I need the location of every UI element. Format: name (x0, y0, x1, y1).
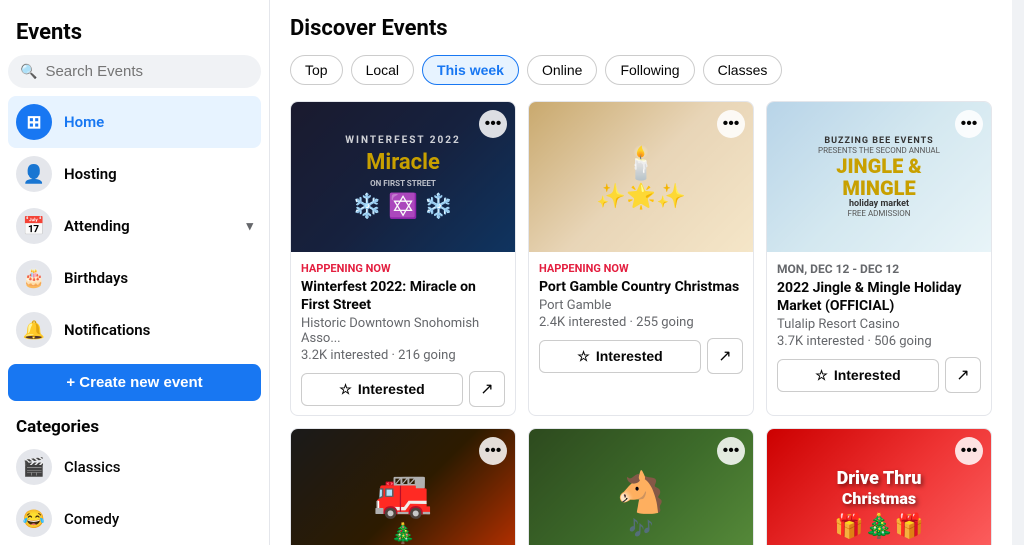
interested-button-jingle[interactable]: ☆ Interested (777, 359, 939, 392)
event-card-portgamble: 🕯️ ✨🌟✨ ••• HAPPENING NOW Port Gamble Cou… (528, 101, 754, 416)
event-image-santa: 🚒 🎄 ••• (291, 429, 515, 545)
event-stats-winterfest: 3.2K interested · 216 going (301, 348, 505, 363)
event-title-portgamble: Port Gamble Country Christmas (539, 278, 743, 296)
event-stats-jingle: 3.7K interested · 506 going (777, 334, 981, 349)
nav-label-birthdays: Birthdays (64, 269, 128, 287)
categories-label: Categories (8, 409, 261, 441)
sidebar-title: Events (8, 12, 261, 55)
event-actions-winterfest: ☆ Interested ↗ (301, 371, 505, 407)
category-comedy[interactable]: 😂 Comedy (8, 493, 261, 545)
event-date-jingle: MON, DEC 12 - DEC 12 (777, 262, 981, 276)
share-icon-portgamble: ↗ (718, 346, 731, 366)
event-location-winterfest: Historic Downtown Snohomish Asso... (301, 316, 505, 346)
event-card-winterfest: WINTERFEST 2022 Miracle ON FIRST STREET … (290, 101, 516, 416)
category-label-comedy: Comedy (64, 510, 119, 528)
filter-this-week[interactable]: This week (422, 55, 519, 85)
event-image-drivethru: Drive Thru Christmas 🎁🎄🎁 ••• (767, 429, 991, 545)
category-classics[interactable]: 🎬 Classics (8, 441, 261, 493)
share-icon-winterfest: ↗ (480, 379, 493, 399)
birthdays-icon: 🎂 (16, 260, 52, 296)
filter-tabs: Top Local This week Online Following Cla… (290, 55, 992, 85)
page-title: Discover Events (290, 16, 992, 41)
share-button-winterfest[interactable]: ↗ (469, 371, 505, 407)
event-actions-portgamble: ☆ Interested ↗ (539, 338, 743, 374)
main-content: Discover Events Top Local This week Onli… (270, 0, 1012, 545)
search-input[interactable] (45, 63, 249, 80)
star-icon-portgamble: ☆ (577, 348, 590, 365)
sidebar-item-attending[interactable]: 📅 Attending ▾ (8, 200, 261, 252)
filter-local[interactable]: Local (351, 55, 414, 85)
event-location-jingle: Tulalip Resort Casino (777, 317, 981, 332)
share-button-portgamble[interactable]: ↗ (707, 338, 743, 374)
search-box[interactable]: 🔍 (8, 55, 261, 88)
event-card-caroling: 🐴 🎶 ••• MON, DEC 12 AT 2 AM UTC+07 Annua… (528, 428, 754, 545)
event-image-portgamble: 🕯️ ✨🌟✨ ••• (529, 102, 753, 252)
sidebar-item-hosting[interactable]: 👤 Hosting (8, 148, 261, 200)
happening-now-winterfest: HAPPENING NOW (301, 262, 505, 275)
event-stats-portgamble: 2.4K interested · 255 going (539, 315, 743, 330)
nav-label-hosting: Hosting (64, 165, 117, 183)
filter-classes[interactable]: Classes (703, 55, 783, 85)
share-icon-jingle: ↗ (956, 365, 969, 385)
event-body-portgamble: HAPPENING NOW Port Gamble Country Christ… (529, 252, 753, 382)
create-event-button[interactable]: + Create new event (8, 364, 261, 401)
interested-button-winterfest[interactable]: ☆ Interested (301, 373, 463, 406)
event-more-button-portgamble[interactable]: ••• (717, 110, 745, 138)
event-body-winterfest: HAPPENING NOW Winterfest 2022: Miracle o… (291, 252, 515, 415)
happening-now-portgamble: HAPPENING NOW (539, 262, 743, 275)
attending-icon: 📅 (16, 208, 52, 244)
event-title-jingle: 2022 Jingle & Mingle Holiday Market (OFF… (777, 279, 981, 315)
sidebar: Events 🔍 ⊞ Home 👤 Hosting 📅 Attending ▾ … (0, 0, 270, 545)
star-icon-winterfest: ☆ (339, 381, 352, 398)
search-icon: 🔍 (20, 64, 37, 80)
interested-label-jingle: Interested (834, 367, 901, 383)
attending-chevron: ▾ (246, 219, 253, 234)
event-image-caroling: 🐴 🎶 ••• (529, 429, 753, 545)
category-label-classics: Classics (64, 458, 121, 476)
comedy-icon: 😂 (16, 501, 52, 537)
event-card-jingle: BUZZING BEE EVENTS PRESENTS THE SECOND A… (766, 101, 992, 416)
event-card-drivethru: Drive Thru Christmas 🎁🎄🎁 ••• MON, DEC 12… (766, 428, 992, 545)
filter-following[interactable]: Following (605, 55, 694, 85)
interested-button-portgamble[interactable]: ☆ Interested (539, 340, 701, 373)
event-location-portgamble: Port Gamble (539, 298, 743, 313)
event-body-jingle: MON, DEC 12 - DEC 12 2022 Jingle & Mingl… (767, 252, 991, 401)
interested-label-winterfest: Interested (358, 381, 425, 397)
interested-label-portgamble: Interested (596, 348, 663, 364)
hosting-icon: 👤 (16, 156, 52, 192)
filter-top[interactable]: Top (290, 55, 343, 85)
event-title-winterfest: Winterfest 2022: Miracle on First Street (301, 278, 505, 314)
sidebar-item-notifications[interactable]: 🔔 Notifications (8, 304, 261, 356)
sidebar-item-home[interactable]: ⊞ Home (8, 96, 261, 148)
event-image-jingle: BUZZING BEE EVENTS PRESENTS THE SECOND A… (767, 102, 991, 252)
event-more-button-jingle[interactable]: ••• (955, 110, 983, 138)
star-icon-jingle: ☆ (815, 367, 828, 384)
share-button-jingle[interactable]: ↗ (945, 357, 981, 393)
event-actions-jingle: ☆ Interested ↗ (777, 357, 981, 393)
nav-label-home: Home (64, 113, 104, 131)
sidebar-item-birthdays[interactable]: 🎂 Birthdays (8, 252, 261, 304)
nav-label-notifications: Notifications (64, 321, 150, 339)
filter-online[interactable]: Online (527, 55, 597, 85)
event-image-winterfest: WINTERFEST 2022 Miracle ON FIRST STREET … (291, 102, 515, 252)
events-grid: WINTERFEST 2022 Miracle ON FIRST STREET … (290, 101, 992, 545)
right-scrollbar (1012, 0, 1024, 545)
notifications-icon: 🔔 (16, 312, 52, 348)
event-more-button-winterfest[interactable]: ••• (479, 110, 507, 138)
nav-label-attending: Attending (64, 217, 130, 235)
classics-icon: 🎬 (16, 449, 52, 485)
home-icon: ⊞ (16, 104, 52, 140)
event-card-santa: 🚒 🎄 ••• MON, DEC 12 - DEC 12 Visit with … (290, 428, 516, 545)
